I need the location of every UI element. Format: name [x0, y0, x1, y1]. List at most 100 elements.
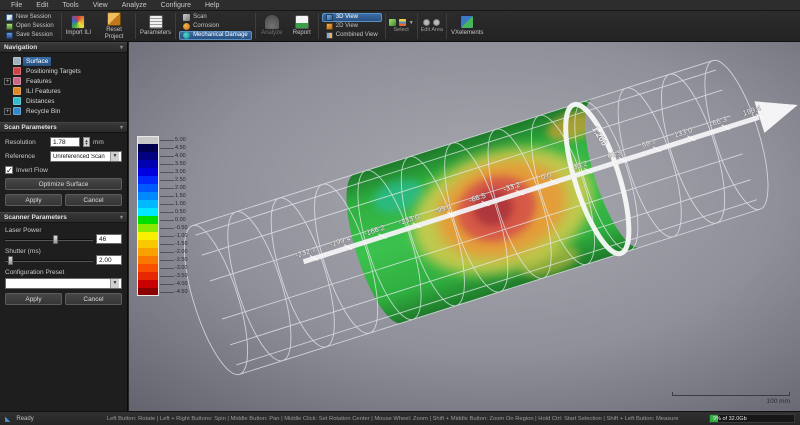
reset-project-button[interactable]: Reset Project	[94, 11, 134, 41]
view-2d-icon	[326, 23, 333, 30]
report-button[interactable]: Report	[287, 11, 317, 41]
features-icon	[13, 77, 21, 85]
legend-band: 4.00	[137, 152, 188, 160]
menu-bar: FileEditToolsViewAnalyzeConfigureHelp	[0, 0, 800, 11]
legend-band: -4.50	[137, 288, 188, 296]
tree-item-ili-features[interactable]: ILI Features	[2, 86, 127, 96]
optimize-surface-button[interactable]: Optimize Surface	[5, 178, 122, 190]
open-session-button[interactable]: Open Session	[2, 22, 58, 31]
tree-item-positioning-targets[interactable]: Positioning Targets	[2, 66, 127, 76]
vxelements-button[interactable]: VXelements	[448, 11, 486, 41]
analyze-icon	[265, 15, 279, 29]
legend-band: -3.50	[137, 272, 188, 280]
legend-swatch	[137, 144, 159, 152]
surface-icon	[13, 57, 21, 65]
configuration-preset-dropdown-arrow[interactable]: ▼	[110, 279, 119, 288]
scan-apply-button[interactable]: Apply	[5, 194, 62, 206]
view-3d-button[interactable]: 3D View	[322, 13, 382, 22]
tree-expander[interactable]: +	[4, 78, 11, 85]
navigation-panel-header[interactable]: Navigation ▾	[0, 42, 127, 53]
view-combined-button[interactable]: Combined View	[322, 31, 382, 40]
scanner-cancel-button[interactable]: Cancel	[65, 293, 122, 305]
legend-swatch	[137, 200, 159, 208]
legend-label: 0.50	[175, 208, 186, 216]
view-combined-icon	[326, 32, 333, 39]
legend-band: 0.50	[137, 208, 188, 216]
configuration-preset-select[interactable]: ▼	[5, 278, 122, 289]
scan-parameters-collapse-icon[interactable]: ▾	[120, 124, 123, 131]
scanner-parameters-collapse-icon[interactable]: ▾	[120, 214, 123, 221]
resolution-spinner[interactable]: ▲▼	[83, 137, 90, 147]
legend-label: -0.50	[175, 224, 188, 232]
menu-analyze[interactable]: Analyze	[115, 2, 154, 9]
menu-tools[interactable]: Tools	[55, 2, 85, 9]
legend-label: 2.00	[175, 184, 186, 192]
import-ili-icon	[71, 15, 85, 29]
mechanical-damage-mode-button[interactable]: Mechanical Damage	[179, 31, 252, 40]
resolution-input[interactable]	[50, 137, 80, 147]
legend-label: 2.50	[175, 176, 186, 184]
legend-label: 3.50	[175, 160, 186, 168]
scan-mode-button[interactable]: Scan	[179, 13, 252, 22]
shutter-input[interactable]	[96, 255, 122, 265]
reference-select[interactable]: Unreferenced Scan ▼	[50, 151, 122, 162]
edit-area-icon-2	[433, 19, 440, 26]
legend-label: -2.50	[175, 256, 188, 264]
legend-band: -2.00	[137, 248, 188, 256]
select-dropdown-arrow[interactable]: ▼	[409, 20, 414, 26]
viewport-3d[interactable]: 1,200 -232.7-199.4-166.2-133.0-99.7-66.5…	[129, 42, 800, 411]
scan-parameters-form: Resolution ▲▼ mm Reference Unreferenced …	[0, 133, 127, 212]
navigation-collapse-icon[interactable]: ▾	[120, 44, 123, 51]
legend-band: 2.00	[137, 184, 188, 192]
corrosion-mode-button[interactable]: Corrosion	[179, 22, 252, 31]
legend-label: -4.50	[175, 288, 188, 296]
scanner-apply-button[interactable]: Apply	[5, 293, 62, 305]
analyze-button[interactable]: Analyze	[257, 11, 287, 41]
tree-item-recycle-bin[interactable]: +Recycle Bin	[2, 106, 127, 116]
menu-edit[interactable]: Edit	[29, 2, 55, 9]
invert-flow-checkbox[interactable]	[5, 166, 13, 174]
select-tool-group[interactable]: ▼ Select	[387, 11, 416, 41]
menu-configure[interactable]: Configure	[154, 2, 198, 9]
parameters-button[interactable]: Parameters	[137, 11, 174, 41]
tree-item-label: Surface	[23, 57, 51, 66]
scan-cancel-button[interactable]: Cancel	[65, 194, 122, 206]
laser-power-input[interactable]	[96, 234, 122, 244]
legend-swatch	[137, 208, 159, 216]
legend-swatch	[137, 224, 159, 232]
view-2d-button[interactable]: 2D View	[322, 22, 382, 31]
laser-power-slider[interactable]	[5, 234, 93, 244]
parameters-icon	[149, 15, 163, 29]
scan-parameters-panel-header[interactable]: Scan Parameters ▾	[0, 122, 127, 133]
select-freeform-icon[interactable]	[389, 19, 396, 26]
distances-icon	[13, 97, 21, 105]
legend-swatch	[137, 240, 159, 248]
legend-label: -3.00	[175, 264, 188, 272]
legend-band: -1.00	[137, 232, 188, 240]
scanner-parameters-panel-header[interactable]: Scanner Parameters ▾	[0, 212, 127, 223]
shutter-slider[interactable]	[5, 255, 93, 265]
tree-item-label: Positioning Targets	[23, 67, 84, 76]
pipe-3d-scene[interactable]: 1,200 -232.7-199.4-166.2-133.0-99.7-66.5…	[129, 42, 800, 411]
menu-help[interactable]: Help	[198, 2, 226, 9]
vxelements-icon	[460, 15, 474, 29]
edit-area-group[interactable]: Edit Area	[419, 11, 445, 41]
tree-item-surface[interactable]: Surface	[2, 56, 127, 66]
new-session-button[interactable]: New Session	[2, 13, 58, 22]
tree-item-features[interactable]: +Features	[2, 76, 127, 86]
application-window: FileEditToolsViewAnalyzeConfigureHelp Ne…	[0, 0, 800, 425]
save-session-button[interactable]: Save Session	[2, 31, 58, 40]
select-layers-icon[interactable]	[399, 19, 406, 26]
tree-item-distances[interactable]: Distances	[2, 96, 127, 106]
menu-file[interactable]: File	[4, 2, 29, 9]
reference-dropdown-arrow[interactable]: ▼	[110, 152, 119, 161]
legend-label: -3.50	[175, 272, 188, 280]
legend-band: 3.00	[137, 168, 188, 176]
mouse-hints: Left Button: Rotate | Left + Right Butto…	[82, 416, 703, 422]
import-ili-button[interactable]: Import ILI	[63, 11, 94, 41]
tree-expander	[4, 68, 11, 75]
menu-view[interactable]: View	[86, 2, 115, 9]
tree-expander	[4, 58, 11, 65]
legend-swatch	[137, 264, 159, 272]
tree-expander[interactable]: +	[4, 108, 11, 115]
